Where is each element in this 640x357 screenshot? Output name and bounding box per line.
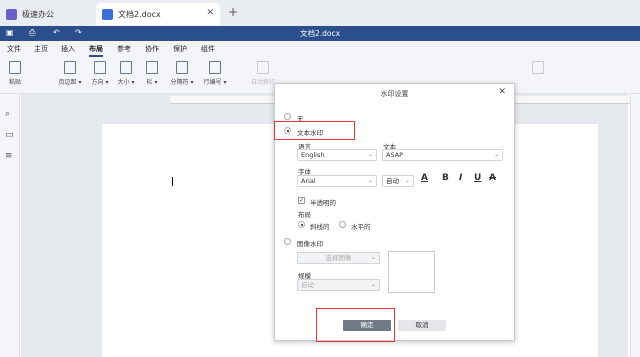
- new-tab-icon[interactable]: +: [228, 5, 238, 19]
- highlight-text-watermark: [274, 121, 355, 140]
- menu-home[interactable]: 主页: [34, 44, 48, 54]
- chevron-down-icon: ⌄: [370, 254, 376, 261]
- menu-layout[interactable]: 布局: [89, 44, 103, 57]
- chevron-down-icon: ⌄: [367, 177, 373, 184]
- highlight-ok-button: [316, 308, 395, 342]
- font-size-select[interactable]: 自动 ⌄: [382, 175, 414, 187]
- tab-document[interactable]: 文档2.docx ✕: [96, 3, 220, 26]
- chevron-down-icon: ⌄: [493, 151, 499, 158]
- margins-icon: [64, 61, 76, 74]
- menu-file[interactable]: 文件: [7, 44, 21, 54]
- document-icon: [102, 9, 113, 20]
- text-cursor: [172, 177, 173, 186]
- diagonal-label: 斜线的: [310, 223, 330, 231]
- menu-bar: 文件 主页 插入 布局 参考 协作 保护 组件: [0, 41, 640, 57]
- image-watermark-radio[interactable]: [284, 238, 291, 245]
- left-sidebar: ⌕ ▭ ≡: [0, 94, 20, 357]
- scale-select[interactable]: 自动 ⌄: [297, 279, 380, 291]
- menu-protect[interactable]: 保护: [173, 44, 187, 54]
- tab-label: 文档2.docx: [118, 10, 161, 19]
- line-numbers-icon: [209, 61, 221, 74]
- tab-bar: 极速办公 文档2.docx ✕ +: [0, 0, 640, 26]
- cancel-button[interactable]: 取消: [398, 320, 446, 331]
- watermark-icon: [532, 61, 544, 74]
- strikethrough-button[interactable]: A: [489, 173, 496, 183]
- no-watermark-radio[interactable]: [284, 113, 291, 120]
- app-logo-icon: [6, 9, 17, 20]
- font-color-button[interactable]: A: [421, 173, 428, 183]
- menu-collaborate[interactable]: 协作: [145, 44, 159, 54]
- dialog-title: 水印设置: [380, 90, 409, 98]
- chevron-down-icon: ⌄: [404, 177, 410, 184]
- menu-references[interactable]: 参考: [117, 44, 131, 54]
- language-select[interactable]: English ⌄: [297, 149, 377, 161]
- tab-label: 极速办公: [22, 10, 54, 19]
- select-image-button[interactable]: 选择图像 ⌄: [297, 252, 380, 264]
- close-icon[interactable]: ✕: [498, 87, 506, 97]
- underline-button[interactable]: U: [474, 173, 481, 183]
- menu-plugins[interactable]: 组件: [201, 44, 215, 54]
- comments-icon[interactable]: ▭: [5, 130, 15, 140]
- tab-app-home[interactable]: 极速办公: [0, 3, 88, 26]
- paste-icon: [9, 61, 21, 74]
- breaks-button[interactable]: 分隔符 ▾: [164, 61, 200, 86]
- breaks-icon: [176, 61, 188, 74]
- italic-button[interactable]: I: [459, 173, 462, 183]
- line-numbers-button[interactable]: 行编号 ▾: [197, 61, 233, 86]
- horizontal-label: 水平的: [351, 223, 371, 231]
- wrap-text-icon: [257, 61, 269, 74]
- layout-label: 布局: [298, 211, 311, 219]
- image-preview-box: [388, 251, 435, 293]
- semi-transparent-checkbox[interactable]: ✓: [298, 197, 305, 204]
- horizontal-radio[interactable]: [339, 221, 346, 228]
- vertical-scrollbar[interactable]: [630, 94, 640, 357]
- orientation-icon: [94, 61, 106, 74]
- chevron-down-icon: ⌄: [370, 281, 376, 288]
- diagonal-radio[interactable]: [298, 221, 305, 228]
- title-bar: ▣ ⎙ ↶ ↷ 文档2.docx: [0, 26, 640, 41]
- chevron-down-icon: ⌄: [367, 151, 373, 158]
- image-watermark-label: 图像水印: [297, 240, 323, 248]
- bold-button[interactable]: B: [442, 173, 449, 183]
- navigation-icon[interactable]: ≡: [5, 151, 15, 161]
- document-title: 文档2.docx: [299, 29, 341, 38]
- close-tab-icon[interactable]: ✕: [206, 8, 214, 18]
- page-size-icon: [120, 61, 132, 74]
- search-icon[interactable]: ⌕: [5, 109, 15, 119]
- menu-insert[interactable]: 插入: [61, 44, 75, 54]
- text-select[interactable]: ASAP ⌄: [382, 149, 503, 161]
- watermark-button[interactable]: [520, 61, 556, 77]
- font-select[interactable]: Arial ⌄: [297, 175, 377, 187]
- paste-button[interactable]: 粘贴: [0, 61, 33, 86]
- columns-icon: [146, 61, 158, 74]
- semi-transparent-label: 半透明的: [310, 199, 336, 207]
